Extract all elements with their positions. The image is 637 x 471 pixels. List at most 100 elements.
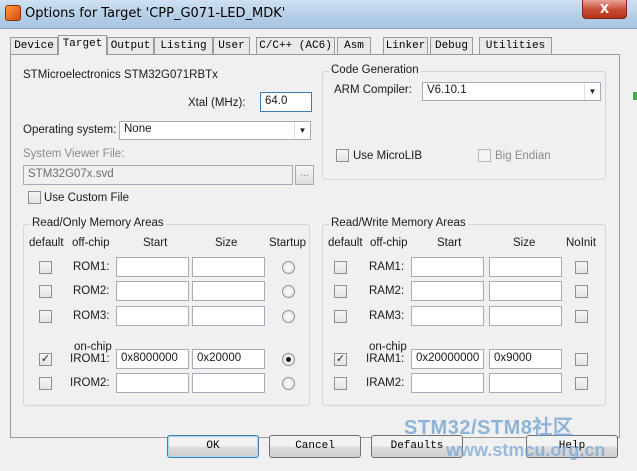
xtal-input[interactable]: 64.0 <box>260 92 312 112</box>
rom3-start-input[interactable] <box>116 306 189 326</box>
rom1-start-input[interactable] <box>116 257 189 277</box>
use-microlib-label: Use MicroLIB <box>353 150 423 162</box>
ram1-label: RAM1: <box>369 261 405 273</box>
rom3-label: ROM3: <box>73 310 110 322</box>
ram-header-noinit: NoInit <box>566 237 597 249</box>
close-button[interactable]: X <box>582 0 627 19</box>
rom2-default-checkbox[interactable] <box>39 285 52 298</box>
use-microlib-checkbox[interactable] <box>336 149 349 162</box>
ram1-default-checkbox[interactable] <box>334 261 347 274</box>
os-value: None <box>124 123 152 135</box>
irom1-startup-radio[interactable] <box>282 353 295 366</box>
arm-compiler-value: V6.10.1 <box>427 84 467 96</box>
code-generation-title: Code Generation <box>329 64 421 76</box>
title-bar: Options for Target 'CPP_G071-LED_MDK' X <box>0 0 637 29</box>
rom2-size-input[interactable] <box>192 281 265 301</box>
ram2-start-input[interactable] <box>411 281 484 301</box>
rom1-startup-radio[interactable] <box>282 261 295 274</box>
rom1-default-checkbox[interactable] <box>39 261 52 274</box>
rom3-size-input[interactable] <box>192 306 265 326</box>
irom1-default-checkbox[interactable]: ✓ <box>39 353 52 366</box>
ram3-label: RAM3: <box>369 310 405 322</box>
iram1-size-input[interactable]: 0x9000 <box>489 349 562 369</box>
tab-target[interactable]: Target <box>58 35 107 55</box>
ram-header-offchip: off-chip <box>370 237 408 249</box>
ram3-default-checkbox[interactable] <box>334 310 347 323</box>
os-label: Operating system: <box>23 124 117 136</box>
svd-label: System Viewer File: <box>23 148 125 160</box>
rom-header-size: Size <box>215 237 238 249</box>
tab-output[interactable]: Output <box>107 37 154 54</box>
svd-browse-button[interactable]: ... <box>295 165 314 185</box>
arm-compiler-label: ARM Compiler: <box>334 84 412 96</box>
code-generation-group: Code Generation ARM Compiler: V6.10.1 ▼ … <box>322 64 606 180</box>
ram-areas-group: Read/Write Memory Areas default off-chip… <box>322 217 606 406</box>
background-window-edge <box>633 92 637 100</box>
target-panel: STMicroelectronics STM32G071RBTx Xtal (M… <box>10 54 620 438</box>
rom3-startup-radio[interactable] <box>282 310 295 323</box>
ok-button[interactable]: OK <box>167 435 259 458</box>
svd-input[interactable]: STM32G07x.svd <box>23 165 293 185</box>
use-custom-file-checkbox[interactable] <box>28 191 41 204</box>
iram2-noinit-checkbox[interactable] <box>575 377 588 390</box>
irom1-start-input[interactable]: 0x8000000 <box>116 349 189 369</box>
irom2-default-checkbox[interactable] <box>39 377 52 390</box>
ram-onchip-label: on-chip <box>369 341 407 353</box>
rom3-default-checkbox[interactable] <box>39 310 52 323</box>
iram2-start-input[interactable] <box>411 373 484 393</box>
ram3-start-input[interactable] <box>411 306 484 326</box>
ram3-noinit-checkbox[interactable] <box>575 310 588 323</box>
ram1-noinit-checkbox[interactable] <box>575 261 588 274</box>
watermark-url: www.stmcu.org.cn <box>446 440 606 460</box>
big-endian-checkbox[interactable] <box>478 149 491 162</box>
tab-user[interactable]: User <box>213 37 250 54</box>
tab-device[interactable]: Device <box>10 37 58 54</box>
rom1-size-input[interactable] <box>192 257 265 277</box>
rom-header-startup: Startup <box>269 237 307 249</box>
irom1-size-input[interactable]: 0x20000 <box>192 349 265 369</box>
irom2-start-input[interactable] <box>116 373 189 393</box>
iram2-size-input[interactable] <box>489 373 562 393</box>
ram2-default-checkbox[interactable] <box>334 285 347 298</box>
ram-header-default: default <box>328 237 363 249</box>
big-endian-label: Big Endian <box>495 150 551 162</box>
iram1-noinit-checkbox[interactable] <box>575 353 588 366</box>
rom2-start-input[interactable] <box>116 281 189 301</box>
cancel-button[interactable]: Cancel <box>269 435 361 458</box>
rom-areas-group: Read/Only Memory Areas default off-chip … <box>23 217 310 406</box>
irom2-label: IROM2: <box>70 377 110 389</box>
rom-onchip-label: on-chip <box>74 341 112 353</box>
iram1-label: IRAM1: <box>366 353 405 365</box>
ram2-label: RAM2: <box>369 285 405 297</box>
device-name: STMicroelectronics STM32G071RBTx <box>23 69 218 81</box>
rom-header-offchip: off-chip <box>72 237 110 249</box>
iram2-default-checkbox[interactable] <box>334 377 347 390</box>
tab-debug[interactable]: Debug <box>430 37 473 54</box>
iram1-default-checkbox[interactable]: ✓ <box>334 353 347 366</box>
tab-linker[interactable]: Linker <box>383 37 428 54</box>
iram1-start-input[interactable]: 0x20000000 <box>411 349 484 369</box>
rom-areas-title: Read/Only Memory Areas <box>30 217 166 229</box>
ram-header-start: Start <box>437 237 462 249</box>
rom2-startup-radio[interactable] <box>282 285 295 298</box>
irom1-label: IROM1: <box>70 353 110 365</box>
ram3-size-input[interactable] <box>489 306 562 326</box>
app-icon <box>5 5 21 21</box>
tab-utilities[interactable]: Utilities <box>479 37 552 54</box>
irom2-startup-radio[interactable] <box>282 377 295 390</box>
ram1-start-input[interactable] <box>411 257 484 277</box>
ram1-size-input[interactable] <box>489 257 562 277</box>
arm-compiler-select[interactable]: V6.10.1 ▼ <box>422 82 601 101</box>
watermark-text: STM32/STM8社区 <box>404 417 574 439</box>
irom2-size-input[interactable] <box>192 373 265 393</box>
tab-listing[interactable]: Listing <box>154 37 213 54</box>
use-custom-file-label: Use Custom File <box>44 192 129 204</box>
tab-asm[interactable]: Asm <box>337 37 371 54</box>
ram2-size-input[interactable] <box>489 281 562 301</box>
tab-c-cpp[interactable]: C/C++ (AC6) <box>256 37 335 54</box>
ram-header-size: Size <box>513 237 536 249</box>
os-select[interactable]: None ▼ <box>119 121 311 140</box>
rom-header-default: default <box>29 237 64 249</box>
ram2-noinit-checkbox[interactable] <box>575 285 588 298</box>
iram2-label: IRAM2: <box>366 377 405 389</box>
